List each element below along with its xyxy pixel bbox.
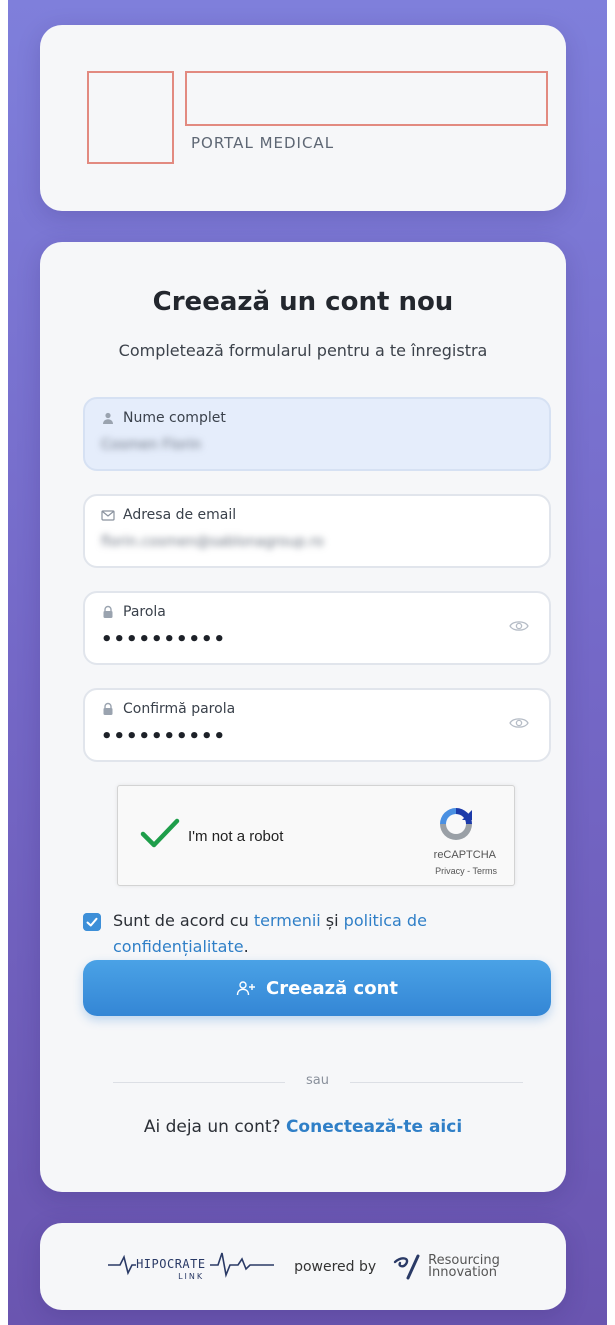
password-field[interactable]: Parola ••••••••••: [83, 591, 551, 665]
create-account-label: Creează cont: [266, 977, 398, 999]
ri-logo-icon: [393, 1254, 420, 1279]
logo-icon-placeholder: [87, 71, 174, 164]
add-user-icon: [236, 981, 255, 996]
form-title: Creează un cont nou: [152, 287, 454, 317]
login-prompt: Ai deja un cont? Conectează-te aici: [143, 1117, 463, 1137]
password-label: Parola: [101, 604, 166, 620]
login-link[interactable]: Conectează-te aici: [286, 1117, 462, 1137]
recaptcha-logo-icon: [440, 808, 472, 840]
lock-icon: [103, 702, 113, 715]
resourcing-innovation-logo: Resourcing Innovation: [392, 1254, 500, 1280]
recaptcha-brand: reCAPTCHA: [433, 849, 496, 861]
eye-icon[interactable]: [509, 619, 529, 633]
confirm-password-value: ••••••••••: [101, 726, 227, 747]
email-value: florin.cosmen@sablonagroup.ro: [101, 534, 324, 550]
email-field[interactable]: Adresa de email florin.cosmen@sablonagro…: [83, 494, 551, 568]
full-name-label: Nume complet: [101, 410, 226, 426]
full-name-value: Cosmen Florin: [101, 437, 202, 453]
terms-link[interactable]: termenii: [254, 911, 321, 930]
powered-by-label: powered by: [294, 1258, 377, 1275]
mail-icon: [101, 510, 115, 521]
password-value: ••••••••••: [101, 629, 227, 650]
form-subtitle: Completează formularul pentru a te înreg…: [118, 341, 488, 360]
hipocrate-logo: HIPOCRATE LINK: [106, 1247, 278, 1287]
terms-text: Sunt de acord cu termenii și politica de…: [113, 911, 427, 956]
user-icon: [103, 412, 113, 424]
logo-card: PORTAL MEDICAL: [40, 25, 566, 211]
divider-label: sau: [285, 1070, 350, 1092]
confirm-password-field[interactable]: Confirmă parola ••••••••••: [83, 688, 551, 762]
recaptcha-widget[interactable]: I'm not a robot reCAPTCHA Privacy - Term…: [117, 785, 515, 886]
create-account-button[interactable]: Creează cont: [83, 960, 551, 1016]
recaptcha-label: I'm not a robot: [188, 828, 284, 845]
footer-card: HIPOCRATE LINK powered by Resourcing Inn…: [40, 1223, 566, 1310]
portal-subtitle: PORTAL MEDICAL: [191, 134, 335, 152]
terms-checkbox[interactable]: [83, 913, 101, 931]
terms-agreement: Sunt de acord cu termenii și politica de…: [83, 908, 523, 960]
register-card: Creează un cont nou Completează formular…: [40, 242, 566, 1192]
partner-line-2: Innovation: [428, 1264, 497, 1280]
eye-icon[interactable]: [509, 716, 529, 730]
frame-edge-right: [607, 0, 615, 1325]
full-name-field[interactable]: Nume complet Cosmen Florin: [83, 397, 551, 471]
check-icon[interactable]: [140, 818, 180, 848]
logo-title-placeholder: [185, 71, 548, 126]
lock-icon: [103, 605, 113, 618]
email-label: Adresa de email: [101, 507, 236, 523]
frame-edge-left: [0, 0, 8, 1325]
confirm-password-label: Confirmă parola: [101, 701, 235, 717]
recaptcha-links[interactable]: Privacy - Terms: [435, 866, 497, 876]
